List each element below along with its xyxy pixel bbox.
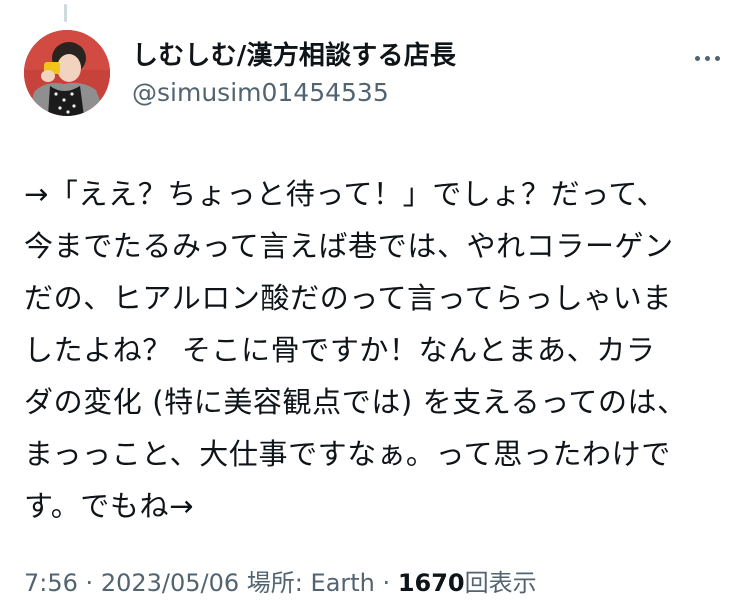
display-name[interactable]: しむしむ/漢方相談する店長 <box>132 40 456 72</box>
more-horizontal-icon <box>704 55 710 61</box>
tweet-time[interactable]: 7:56 <box>24 569 78 597</box>
tweet-date[interactable]: 2023/05/06 <box>101 569 239 597</box>
avatar[interactable] <box>24 30 110 116</box>
tweet-meta: 7:56 · 2023/05/06 場所: Earth · 1670回表示 <box>24 566 537 600</box>
tweet-text-line: 今までたるみって言えば巷では、やれコラーゲン <box>24 229 674 263</box>
tweet-header: しむしむ/漢方相談する店長 @simusim01454535 <box>24 30 729 122</box>
more-horizontal-icon <box>694 55 700 61</box>
tweet-text-line: ダの変化 (特に美容観点では) を支えるってのは、 <box>24 385 687 419</box>
tweet-text: →「ええ？ちょっと待って！」でしょ？だって、 今までたるみって言えば巷では、やれ… <box>24 168 729 532</box>
more-options-button[interactable] <box>687 44 727 72</box>
location-value: Earth <box>310 569 375 597</box>
thread-connector-line <box>64 4 67 22</box>
views-label: 回表示 <box>464 569 537 597</box>
views-count[interactable]: 1670 <box>398 569 465 597</box>
tweet-text-line: まっっこと、大仕事ですなぁ。って思ったわけで <box>24 437 671 471</box>
meta-separator: · <box>382 569 391 597</box>
user-info: しむしむ/漢方相談する店長 @simusim01454535 <box>132 40 456 108</box>
tweet-text-line: す。でもね→ <box>24 489 194 523</box>
more-horizontal-icon <box>714 55 720 61</box>
user-handle[interactable]: @simusim01454535 <box>132 78 456 108</box>
tweet-text-line: →「ええ？ちょっと待って！」でしょ？だって、 <box>24 177 667 211</box>
meta-separator: · <box>85 569 94 597</box>
location-label: 場所: <box>246 569 303 597</box>
tweet-text-line: したよね？ そこに骨ですか！なんとまあ、カラ <box>24 333 656 367</box>
tweet-text-line: だの、ヒアルロン酸だのって言ってらっしゃいま <box>24 281 673 315</box>
user-avatar-photo <box>24 30 110 116</box>
